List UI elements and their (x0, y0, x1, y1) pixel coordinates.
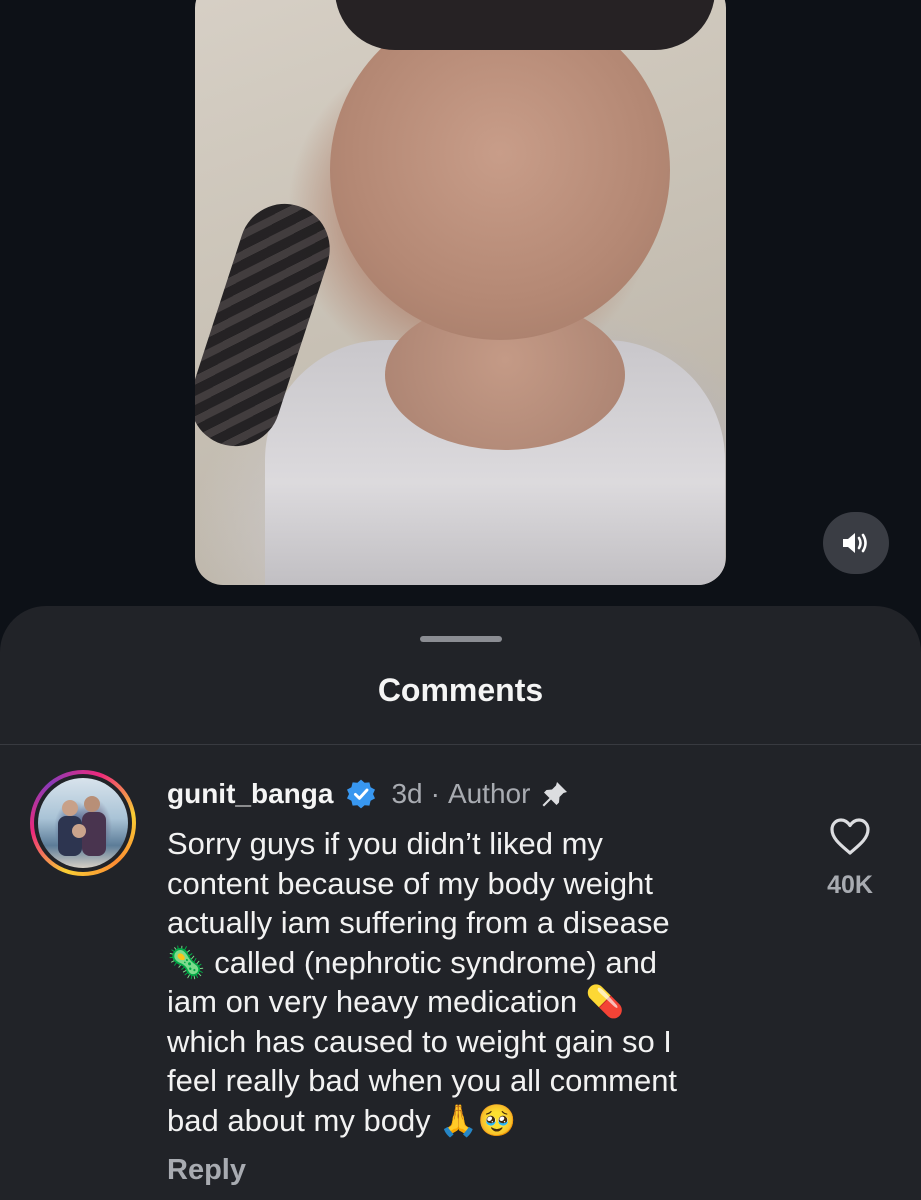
comment-username[interactable]: gunit_banga (167, 778, 333, 810)
divider (0, 744, 921, 745)
comments-sheet: Comments gunit_banga 3d · Author Sorry g… (0, 606, 921, 1200)
comment-header: gunit_banga 3d · Author (167, 774, 570, 814)
meta-separator: · (430, 778, 440, 809)
comments-title: Comments (377, 672, 544, 708)
avatar-story-ring[interactable] (30, 770, 136, 876)
sound-toggle-button[interactable] (823, 512, 889, 574)
sound-on-icon (843, 533, 867, 553)
verified-badge-icon (347, 779, 376, 809)
like-count: 40K (827, 871, 873, 899)
reply-button[interactable]: Reply (167, 1154, 246, 1187)
sheet-drag-handle[interactable] (420, 636, 502, 642)
comment-text: Sorry guys if you didn’t liked my conten… (167, 826, 678, 1138)
pin-icon (542, 782, 568, 807)
heart-icon[interactable] (828, 816, 872, 856)
comment-time: 3d (391, 778, 423, 809)
reel-comments-screen: Comments gunit_banga 3d · Author Sorry g… (0, 0, 921, 1200)
author-label: Author (447, 778, 531, 809)
avatar (38, 778, 128, 868)
like-section: 40K (810, 816, 890, 900)
reel-video[interactable] (195, 0, 726, 585)
